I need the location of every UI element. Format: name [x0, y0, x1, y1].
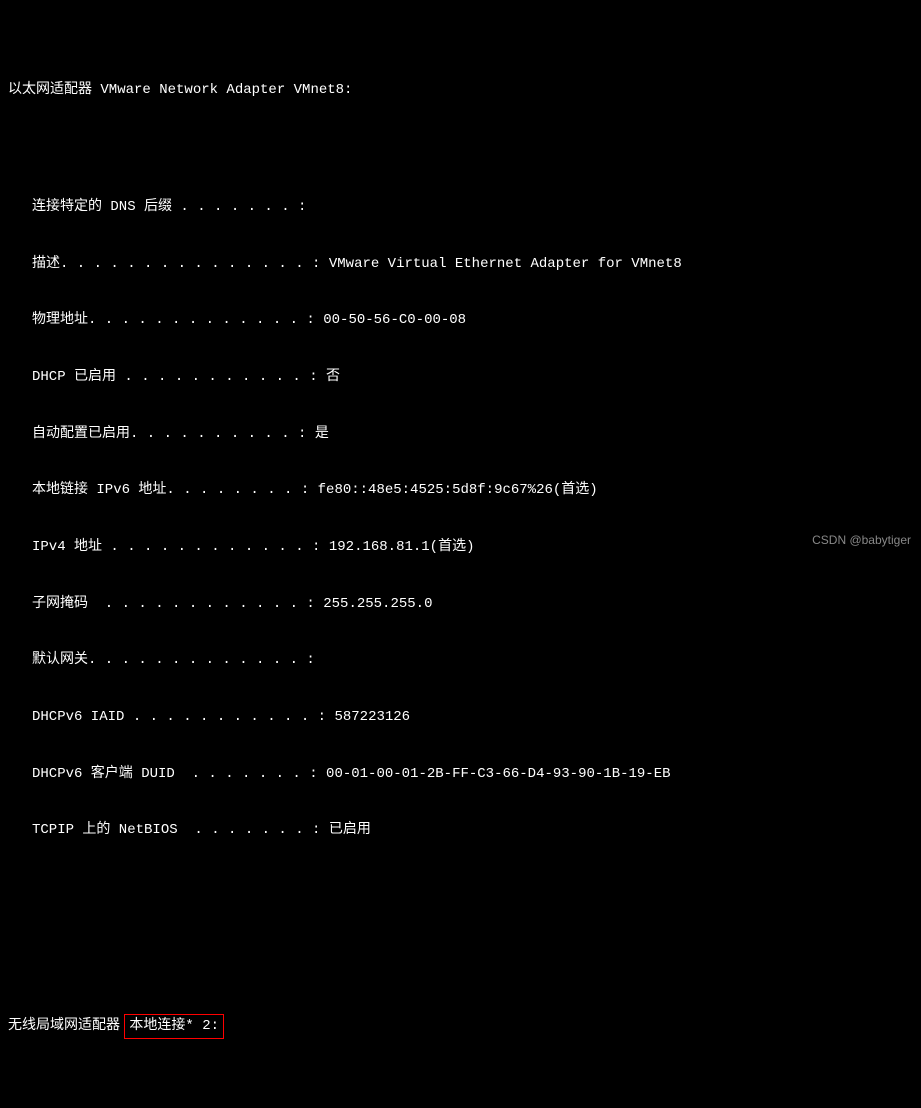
prop-line: 默认网关. . . . . . . . . . . . . :	[8, 651, 913, 670]
adapter-header-prefix: 以太网适配器	[8, 82, 100, 98]
prop-value: 255.255.255.0	[323, 596, 432, 612]
prop-line: DHCP 已启用 . . . . . . . . . . . : 否	[8, 368, 913, 387]
adapter-block-wlan-local2: 无线局域网适配器 本地连接* 2: 连接特定的 DNS 后缀 . . . . .…	[8, 976, 913, 1108]
prop-line: TCPIP 上的 NetBIOS . . . . . . . : 已启用	[8, 821, 913, 840]
prop-label: 物理地址. . . . . . . . . . . . . :	[32, 312, 315, 328]
prop-value: 587223126	[334, 709, 410, 725]
adapter-header-name: 本地连接* 2:	[129, 1018, 219, 1034]
prop-label: DHCPv6 IAID . . . . . . . . . . . :	[32, 709, 326, 725]
prop-value: 192.168.81.1(首选)	[329, 539, 475, 555]
terminal-output: 以太网适配器 VMware Network Adapter VMnet8: 连接…	[0, 0, 921, 1108]
prop-value: VMware Virtual Ethernet Adapter for VMne…	[329, 256, 682, 272]
prop-label: 自动配置已启用. . . . . . . . . . :	[32, 426, 306, 442]
blank-line	[8, 1081, 913, 1100]
prop-label: 描述. . . . . . . . . . . . . . . :	[32, 256, 320, 272]
prop-label: DHCP 已启用 . . . . . . . . . . . :	[32, 369, 318, 385]
adapter-header-name: VMware Network Adapter VMnet8:	[100, 82, 352, 98]
prop-line: DHCPv6 客户端 DUID . . . . . . . : 00-01-00…	[8, 765, 913, 784]
prop-label: IPv4 地址 . . . . . . . . . . . . :	[32, 539, 320, 555]
highlight-box: 本地连接* 2:	[124, 1014, 224, 1039]
prop-line: 子网掩码 . . . . . . . . . . . . : 255.255.2…	[8, 595, 913, 614]
watermark: CSDN @babytiger	[812, 532, 911, 548]
prop-value: 00-01-00-01-2B-FF-C3-66-D4-93-90-1B-19-E…	[326, 766, 670, 782]
prop-label: 本地链接 IPv6 地址. . . . . . . . :	[32, 482, 309, 498]
prop-value: 已启用	[329, 822, 371, 838]
adapter-header-prefix: 无线局域网适配器	[8, 1018, 128, 1034]
prop-value: 是	[315, 426, 329, 442]
prop-line: DHCPv6 IAID . . . . . . . . . . . : 5872…	[8, 708, 913, 727]
prop-label: TCPIP 上的 NetBIOS . . . . . . . :	[32, 822, 320, 838]
prop-label: 默认网关. . . . . . . . . . . . . :	[32, 652, 315, 668]
blank-line	[8, 920, 913, 939]
prop-value: 00-50-56-C0-00-08	[323, 312, 466, 328]
prop-line: 自动配置已启用. . . . . . . . . . : 是	[8, 425, 913, 444]
prop-line: 本地链接 IPv6 地址. . . . . . . . : fe80::48e5…	[8, 481, 913, 500]
prop-label: 子网掩码 . . . . . . . . . . . . :	[32, 596, 315, 612]
prop-value: fe80::48e5:4525:5d8f:9c67%26(首选)	[318, 482, 598, 498]
prop-line: 物理地址. . . . . . . . . . . . . : 00-50-56…	[8, 311, 913, 330]
prop-label: DHCPv6 客户端 DUID . . . . . . . :	[32, 766, 318, 782]
prop-value: 否	[326, 369, 340, 385]
adapter-block-vmnet8: 以太网适配器 VMware Network Adapter VMnet8: 连接…	[8, 43, 913, 878]
prop-line: 连接特定的 DNS 后缀 . . . . . . . :	[8, 198, 913, 217]
prop-line: 描述. . . . . . . . . . . . . . . : VMware…	[8, 255, 913, 274]
blank-line	[8, 141, 913, 160]
prop-label: 连接特定的 DNS 后缀 . . . . . . . :	[32, 199, 306, 215]
adapter-header: 以太网适配器 VMware Network Adapter VMnet8:	[8, 81, 913, 100]
adapter-header: 无线局域网适配器 本地连接* 2:	[8, 1014, 913, 1039]
